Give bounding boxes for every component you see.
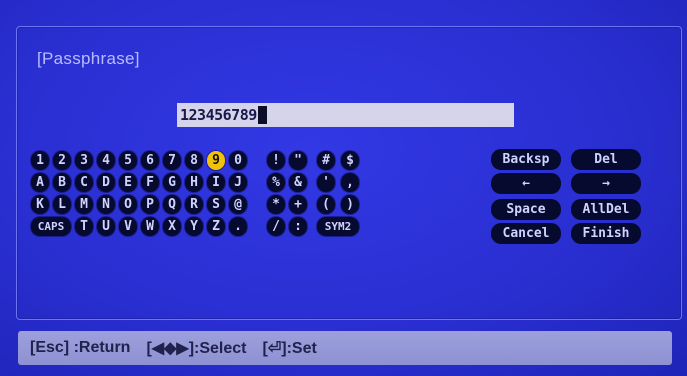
- key-t[interactable]: T: [75, 217, 93, 236]
- key-l[interactable]: L: [53, 195, 71, 214]
- key-rparen[interactable]: ): [341, 195, 359, 214]
- key-sym2[interactable]: SYM2: [317, 217, 359, 236]
- key-0[interactable]: 0: [229, 151, 247, 170]
- passphrase-dialog: [Passphrase] 123456789 1 2 3 4 5 6 7 8 9…: [16, 26, 682, 320]
- key-asterisk[interactable]: *: [267, 195, 285, 214]
- space-button[interactable]: Space: [491, 199, 561, 220]
- key-9[interactable]: 9: [207, 151, 225, 170]
- passphrase-value: 123456789: [180, 106, 257, 124]
- key-3[interactable]: 3: [75, 151, 93, 170]
- passphrase-input[interactable]: 123456789: [177, 103, 514, 127]
- key-h[interactable]: H: [185, 173, 203, 192]
- key-lparen[interactable]: (: [317, 195, 335, 214]
- help-bar: [Esc] :Return [◀◆▶]:Select [⏎]:Set: [18, 331, 672, 365]
- key-p[interactable]: P: [141, 195, 159, 214]
- key-s[interactable]: S: [207, 195, 225, 214]
- key-n[interactable]: N: [97, 195, 115, 214]
- key-percent[interactable]: %: [267, 173, 285, 192]
- key-e[interactable]: E: [119, 173, 137, 192]
- key-k[interactable]: K: [31, 195, 49, 214]
- key-q[interactable]: Q: [163, 195, 181, 214]
- key-period[interactable]: .: [229, 217, 247, 236]
- all-delete-button[interactable]: AllDel: [571, 199, 641, 220]
- key-r[interactable]: R: [185, 195, 203, 214]
- delete-button[interactable]: Del: [571, 149, 641, 170]
- cursor-left-button[interactable]: ←: [491, 173, 561, 194]
- key-5[interactable]: 5: [119, 151, 137, 170]
- key-a[interactable]: A: [31, 173, 49, 192]
- key-comma[interactable]: ,: [341, 173, 359, 192]
- key-at[interactable]: @: [229, 195, 247, 214]
- backspace-button[interactable]: Backsp: [491, 149, 561, 170]
- key-b[interactable]: B: [53, 173, 71, 192]
- key-g[interactable]: G: [163, 173, 181, 192]
- key-quote[interactable]: ": [289, 151, 307, 170]
- projector-screen: [Passphrase] 123456789 1 2 3 4 5 6 7 8 9…: [0, 0, 687, 376]
- esc-return-hint: [Esc] :Return: [30, 339, 131, 356]
- enter-set-hint: [⏎]:Set: [262, 340, 317, 357]
- key-z[interactable]: Z: [207, 217, 225, 236]
- key-o[interactable]: O: [119, 195, 137, 214]
- finish-button[interactable]: Finish: [571, 223, 641, 244]
- key-1[interactable]: 1: [31, 151, 49, 170]
- key-y[interactable]: Y: [185, 217, 203, 236]
- text-cursor: [257, 106, 267, 124]
- key-dollar[interactable]: $: [341, 151, 359, 170]
- key-v[interactable]: V: [119, 217, 137, 236]
- key-u[interactable]: U: [97, 217, 115, 236]
- key-c[interactable]: C: [75, 173, 93, 192]
- cursor-right-button[interactable]: →: [571, 173, 641, 194]
- key-j[interactable]: J: [229, 173, 247, 192]
- key-colon[interactable]: :: [289, 217, 307, 236]
- arrow-right-icon: →: [602, 176, 610, 191]
- key-7[interactable]: 7: [163, 151, 181, 170]
- select-hint: [◀◆▶]:Select: [146, 340, 247, 357]
- key-caps[interactable]: CAPS: [31, 217, 71, 236]
- key-apostrophe[interactable]: ': [317, 173, 335, 192]
- key-x[interactable]: X: [163, 217, 181, 236]
- arrow-left-icon: ←: [522, 176, 530, 191]
- key-8[interactable]: 8: [185, 151, 203, 170]
- dialog-title: [Passphrase]: [37, 49, 140, 68]
- key-6[interactable]: 6: [141, 151, 159, 170]
- key-hash[interactable]: #: [317, 151, 335, 170]
- key-f[interactable]: F: [141, 173, 159, 192]
- key-2[interactable]: 2: [53, 151, 71, 170]
- key-d[interactable]: D: [97, 173, 115, 192]
- key-slash[interactable]: /: [267, 217, 285, 236]
- key-plus[interactable]: +: [289, 195, 307, 214]
- key-w[interactable]: W: [141, 217, 159, 236]
- key-i[interactable]: I: [207, 173, 225, 192]
- key-exclaim[interactable]: !: [267, 151, 285, 170]
- key-ampersand[interactable]: &: [289, 173, 307, 192]
- cancel-button[interactable]: Cancel: [491, 223, 561, 244]
- key-4[interactable]: 4: [97, 151, 115, 170]
- key-m[interactable]: M: [75, 195, 93, 214]
